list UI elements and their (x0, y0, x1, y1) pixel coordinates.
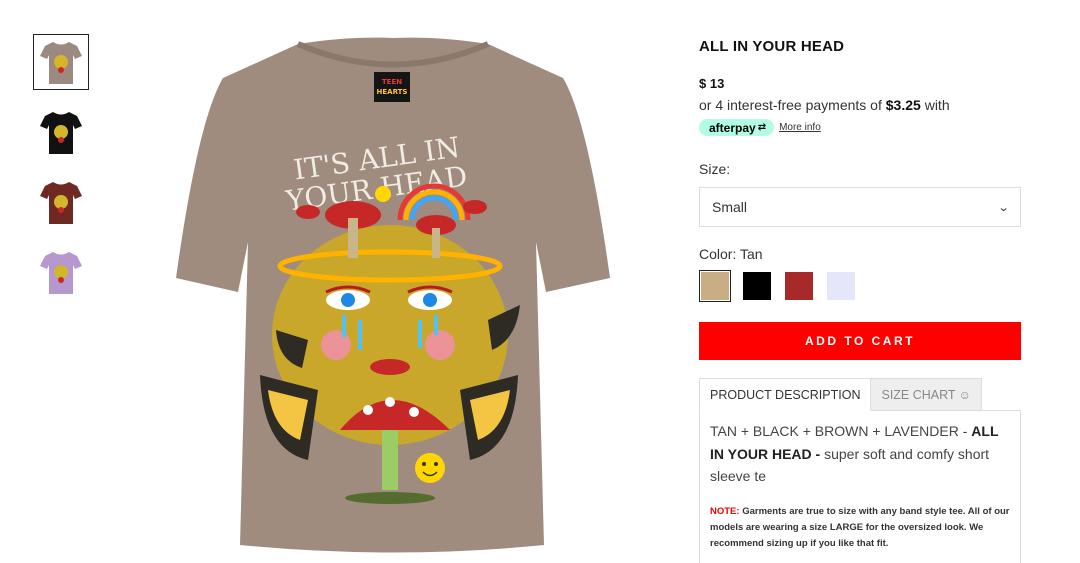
description-panel: TAN + BLACK + BROWN + LAVENDER - ALL IN … (699, 410, 1021, 563)
afterpay-row: afterpay ⇄ More info (699, 119, 821, 136)
note-label: NOTE: (710, 505, 740, 517)
product-title: ALL IN YOUR HEAD (699, 38, 845, 55)
afterpay-amount: $3.25 (885, 97, 921, 113)
svg-text:HEARTS: HEARTS (377, 88, 408, 96)
thumbnail-gallery (33, 34, 89, 314)
swatch-tan[interactable] (699, 270, 731, 302)
tab-size-chart-label: SIZE CHART (881, 387, 956, 402)
note-text: Garments are true to size with any band … (710, 505, 1010, 549)
color-label: Color: Tan (699, 246, 763, 262)
color-swatches (699, 270, 867, 302)
afterpay-brand: afterpay (709, 120, 756, 135)
smiley-icon: ☺ (958, 387, 971, 402)
tshirt-thumbnail-icon (40, 42, 82, 84)
thumbnail-lavender[interactable] (33, 244, 89, 300)
tab-size-chart[interactable]: SIZE CHART ☺ (871, 378, 982, 411)
thumbnail-tan[interactable] (33, 34, 89, 90)
tab-product-description[interactable]: PRODUCT DESCRIPTION (699, 378, 872, 411)
swatch-brown[interactable] (783, 270, 815, 302)
thumbnail-brown[interactable] (33, 174, 89, 230)
size-selected-value: Small (712, 199, 748, 215)
description-text: TAN + BLACK + BROWN + LAVENDER - ALL IN … (710, 420, 1010, 488)
swatch-black[interactable] (741, 270, 773, 302)
swatch-lavender[interactable] (825, 270, 857, 302)
afterpay-text: or 4 interest-free payments of $3.25 wit… (699, 97, 950, 113)
brand-tag (374, 72, 410, 102)
tshirt-thumbnail-icon (40, 112, 82, 154)
product-tabs: PRODUCT DESCRIPTION SIZE CHART ☺ (699, 378, 982, 411)
afterpay-badge: afterpay ⇄ (699, 119, 775, 136)
tshirt-thumbnail-icon (40, 252, 82, 294)
more-info-link[interactable]: More info (779, 122, 821, 133)
product-main-image: TEEN HEARTS IT'S ALL IN YOUR HEAD (168, 30, 618, 563)
afterpay-prefix: or 4 interest-free payments of (699, 97, 886, 113)
size-select[interactable]: Small ⌄ (699, 187, 1021, 227)
thumbnail-black[interactable] (33, 104, 89, 160)
afterpay-suffix: with (920, 97, 950, 113)
svg-text:TEEN: TEEN (382, 78, 402, 86)
chevron-down-icon: ⌄ (997, 201, 1010, 214)
product-price: $ 13 (699, 76, 725, 91)
tshirt-image: TEEN HEARTS IT'S ALL IN YOUR HEAD (176, 37, 610, 553)
tshirt-thumbnail-icon (40, 182, 82, 224)
afterpay-logo-icon: ⇄ (757, 122, 767, 133)
size-label: Size: (699, 161, 731, 177)
add-to-cart-button[interactable]: ADD TO CART (699, 322, 1021, 360)
size-note: NOTE: Garments are true to size with any… (710, 504, 1010, 552)
description-part1: TAN + BLACK + BROWN + LAVENDER - (710, 423, 972, 439)
